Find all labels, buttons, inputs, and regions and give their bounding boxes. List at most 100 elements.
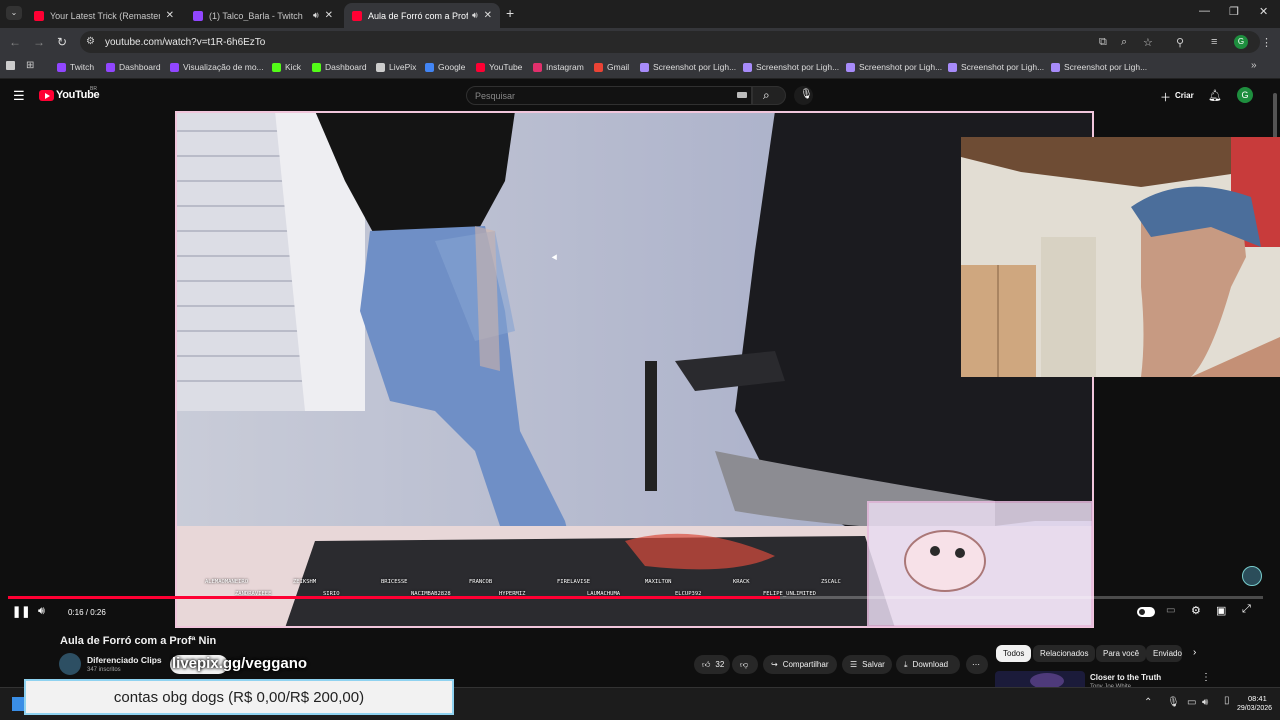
volume-icon[interactable]: 🔊︎: [38, 605, 45, 618]
avatar[interactable]: G: [1237, 87, 1253, 103]
bookmark-item[interactable]: Visualização de mo...: [170, 62, 264, 72]
bookmark-star-icon[interactable]: ☆: [1143, 36, 1153, 49]
reload-icon[interactable]: ↻: [57, 35, 67, 49]
channel-watermark-icon[interactable]: [1242, 566, 1262, 586]
bookmark-item[interactable]: Dashboard: [106, 62, 161, 72]
bookmark-label: Dashboard: [325, 62, 367, 72]
back-icon[interactable]: ←: [9, 35, 21, 49]
hamburger-menu-icon[interactable]: ☰: [13, 88, 25, 104]
search-input[interactable]: Pesquisar: [475, 91, 515, 101]
like-button[interactable]: 👍︎ 32: [694, 655, 730, 674]
bookmark-item[interactable]: Gmail: [594, 62, 629, 72]
download-button[interactable]: ⤓ Download: [896, 655, 960, 674]
forward-icon[interactable]: →: [33, 35, 45, 49]
keyboard-icon[interactable]: [737, 92, 747, 98]
fullscreen-icon[interactable]: ⤢: [1242, 603, 1251, 616]
microphone-tray-icon[interactable]: 🎙︎: [1167, 697, 1180, 708]
apps-grid-icon[interactable]: ⊞: [26, 60, 34, 71]
tray-chevron-icon[interactable]: ⌃: [1144, 697, 1152, 708]
dislike-button[interactable]: 👎︎: [732, 655, 758, 674]
settings-gear-icon[interactable]: ⚙: [1191, 604, 1201, 617]
bookmark-favicon-icon: [106, 62, 115, 72]
bookmark-favicon-icon: [476, 62, 485, 72]
bookmark-label: Kick: [285, 62, 302, 72]
autoplay-toggle[interactable]: [1137, 607, 1155, 617]
bookmark-favicon-icon: [533, 62, 542, 72]
create-button-label[interactable]: Criar: [1175, 91, 1194, 100]
minimize-icon[interactable]: —: [1199, 5, 1210, 17]
chip-relacionados[interactable]: Relacionados: [1033, 645, 1096, 662]
close-tab-icon[interactable]: ✕: [325, 10, 333, 21]
extensions-icon[interactable]: ⚲: [1176, 36, 1184, 49]
zoom-icon[interactable]: ⌕: [1121, 36, 1127, 49]
tab-youtube-trick[interactable]: Your Latest Trick (Remastered 1 ✕: [26, 3, 182, 28]
recommendation-menu-icon[interactable]: ⋮: [1201, 672, 1211, 683]
speaker-icon[interactable]: 🔊︎: [313, 10, 319, 21]
bookmark-label: Google: [438, 62, 466, 72]
bookmark-item[interactable]: Kick: [272, 62, 301, 72]
close-tab-icon[interactable]: ✕: [484, 10, 492, 21]
bookmark-item[interactable]: Screenshot por Ligh...: [846, 62, 942, 72]
voice-search-button[interactable]: 🎙︎: [794, 86, 813, 105]
bookmark-label: Gmail: [607, 62, 630, 72]
bookmark-square-icon[interactable]: [6, 61, 15, 70]
pause-icon[interactable]: ❚❚: [12, 605, 30, 618]
close-tab-icon[interactable]: ✕: [166, 10, 174, 21]
bookmark-item[interactable]: Screenshot por Ligh...: [948, 62, 1044, 72]
tab-twitch[interactable]: (1) Talco_Barla - Twitch 🔊︎ ✕: [185, 3, 341, 28]
youtube-favicon-icon: [352, 10, 362, 21]
bookmark-item[interactable]: Twitch: [57, 62, 94, 72]
tab-youtube-active[interactable]: Aula de Forró com a Profª N 🔊︎ ✕: [344, 3, 500, 28]
video-frame[interactable]: ALEMAOMANEIRO ZANDRAVIEEE ZEIKSHM SIRIO BRIC…: [175, 111, 1094, 628]
more-bookmarks-icon[interactable]: »: [1251, 60, 1257, 71]
clock-time[interactable]: 08:41: [1248, 694, 1267, 703]
share-button[interactable]: ↪ Compartilhar: [763, 655, 837, 674]
clock-date[interactable]: 29/03/2026: [1237, 705, 1272, 712]
profile-avatar[interactable]: G: [1234, 35, 1248, 49]
search-button[interactable]: ⌕: [752, 86, 786, 105]
bookmark-item[interactable]: LivePix: [376, 62, 416, 72]
close-window-icon[interactable]: ✕: [1259, 5, 1268, 18]
speaker-icon[interactable]: 🔊︎: [472, 10, 478, 21]
more-actions-button[interactable]: ⋯: [966, 655, 988, 674]
chat-username: FRANCOB: [469, 579, 493, 585]
recommendation-title[interactable]: Closer to the Truth: [1090, 673, 1161, 682]
bookmark-item[interactable]: Screenshot por Ligh...: [743, 62, 839, 72]
search-box[interactable]: Pesquisar: [466, 86, 752, 105]
theater-mode-icon[interactable]: ▣: [1216, 604, 1226, 617]
new-tab-button[interactable]: +: [506, 5, 514, 21]
chrome-menu-icon[interactable]: ⋮: [1261, 36, 1272, 49]
chevron-right-icon[interactable]: ›: [1193, 647, 1196, 658]
site-info-icon[interactable]: ⚙: [86, 36, 95, 47]
youtube-logo-icon[interactable]: [39, 90, 54, 101]
chip-enviado[interactable]: Enviado: [1146, 645, 1182, 662]
battery-tray-icon[interactable]: ▯: [1224, 695, 1230, 706]
bookmark-item[interactable]: YouTube: [476, 62, 522, 72]
url-text[interactable]: youtube.com/watch?v=t1R-6h6EzTo: [105, 37, 265, 48]
bookmark-favicon-icon: [57, 62, 66, 72]
save-button[interactable]: ☰ Salvar: [842, 655, 892, 674]
bookmark-label: Screenshot por Ligh...: [1064, 62, 1148, 72]
channel-avatar[interactable]: [59, 653, 81, 675]
display-tray-icon[interactable]: ▭: [1187, 697, 1196, 708]
chat-username: KRACK: [733, 579, 750, 585]
tab-search-button[interactable]: ⌄: [6, 6, 22, 20]
bookmark-favicon-icon: [846, 62, 855, 72]
install-app-icon[interactable]: ⧉: [1099, 36, 1107, 49]
bookmark-item[interactable]: Screenshot por Ligh...: [640, 62, 736, 72]
youtube-favicon-icon: [34, 10, 44, 21]
channel-name[interactable]: Diferenciado Clips: [87, 655, 162, 665]
progress-bar[interactable]: [8, 596, 1263, 599]
chip-todos[interactable]: Todos: [996, 645, 1032, 662]
subtitles-icon[interactable]: ▭: [1166, 605, 1175, 616]
media-control-icon[interactable]: ≡: [1211, 36, 1217, 48]
notifications-icon[interactable]: 🔔︎: [1208, 89, 1222, 102]
create-icon[interactable]: ＋: [1160, 89, 1171, 105]
bookmark-item[interactable]: Instagram: [533, 62, 584, 72]
restore-icon[interactable]: ❐: [1229, 5, 1239, 18]
speaker-tray-icon[interactable]: 🔊︎: [1202, 697, 1208, 708]
bookmark-item[interactable]: Google: [425, 62, 465, 72]
bookmark-item[interactable]: Screenshot por Ligh...: [1051, 62, 1147, 72]
chip-para-voce[interactable]: Para você: [1096, 645, 1147, 662]
bookmark-item[interactable]: Dashboard: [312, 62, 367, 72]
